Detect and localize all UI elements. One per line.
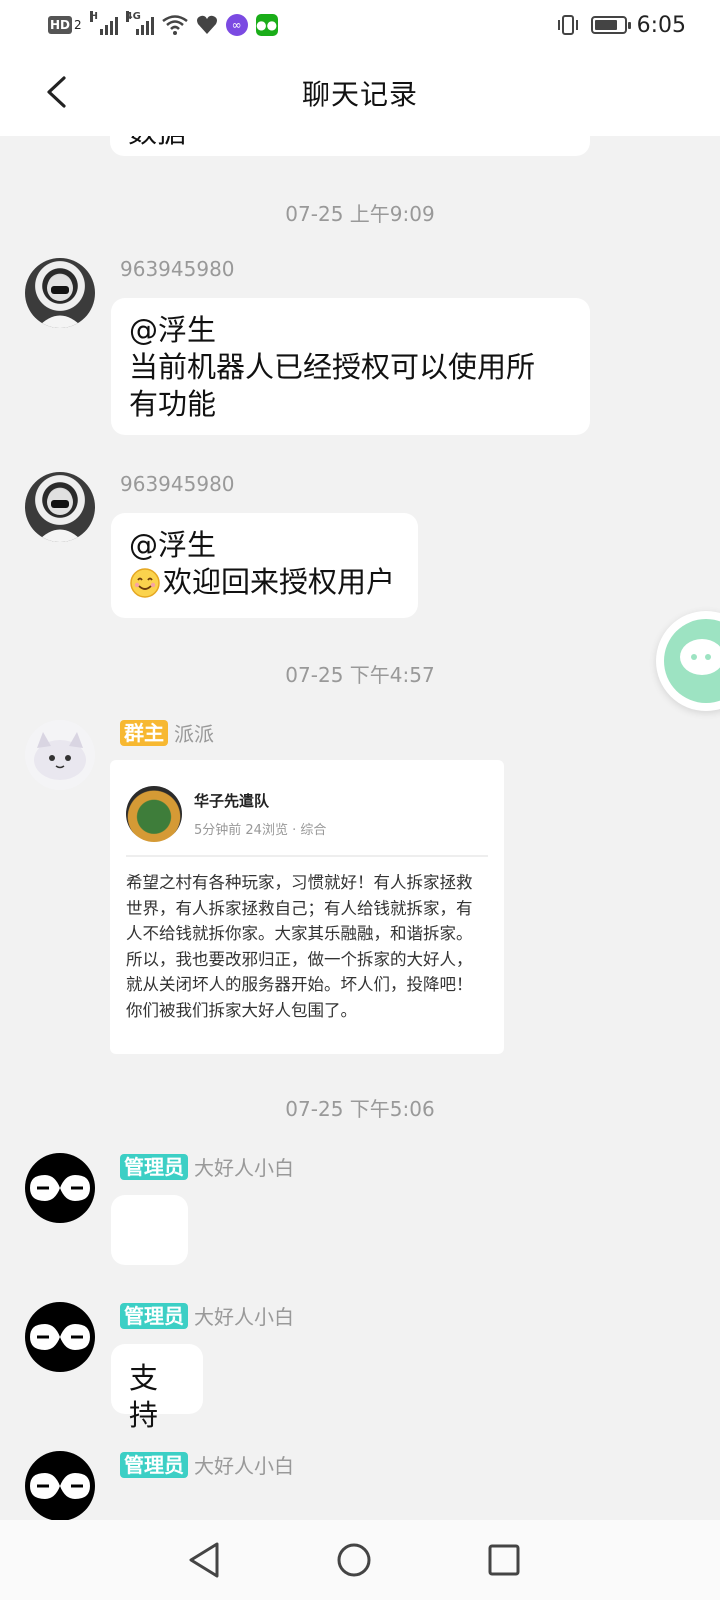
cartoon-cat-avatar-icon — [34, 732, 86, 780]
post-author-name: 华子先遣队 — [194, 792, 270, 810]
message-bubble-partial[interactable]: 数据 — [110, 136, 590, 156]
shared-post-card[interactable]: 华子先遣队 5分钟前 24浏览 · 综合 希望之村有各种玩家，习惯就好！有人拆家… — [110, 760, 504, 1054]
wechat-icon: ●● — [255, 14, 278, 36]
sender-name: 大好人小白 — [194, 1156, 294, 1180]
shared-post-header: 华子先遣队 5分钟前 24浏览 · 综合 — [126, 786, 326, 842]
admin-badge: 管理员 — [120, 1153, 188, 1180]
avatar[interactable] — [25, 1451, 95, 1520]
triangle-back-icon — [189, 1542, 219, 1578]
sender-name-line: 963945980 — [120, 257, 235, 281]
message-line: @浮生 — [129, 313, 217, 347]
sender-name-line: 管理员 大好人小白 — [120, 1301, 294, 1330]
sender-name: 派派 — [174, 722, 214, 746]
system-home-button[interactable] — [332, 1538, 376, 1582]
circle-home-icon — [337, 1543, 371, 1577]
wifi-icon — [161, 15, 188, 35]
health-heart-icon — [196, 15, 217, 35]
message-bubble-empty[interactable] — [111, 1195, 188, 1265]
post-author-avatar — [126, 786, 182, 842]
post-body: 希望之村有各种玩家，习惯就好！有人拆家拯救世界，有人拆家拯救自己；有人给钱就拆家… — [126, 873, 473, 1020]
user-photo-icon — [37, 489, 83, 542]
divider — [126, 855, 488, 857]
sender-name: 963945980 — [120, 472, 235, 496]
chat-history-list[interactable]: 数据 07-25 上午9:09 963945980 @浮生 当前机器人已经授权可… — [0, 136, 720, 1520]
status-right-icons: 6:05 — [555, 13, 686, 38]
square-recents-icon — [488, 1544, 520, 1576]
message-bubble[interactable]: @浮生 欢迎回来授权用户 — [111, 513, 418, 618]
system-navigation-bar — [0, 1520, 720, 1600]
timestamp: 07-25 下午4:57 — [285, 663, 435, 687]
message-line-with-emoji: 欢迎回来授权用户 — [129, 564, 400, 601]
sender-name: 963945980 — [120, 257, 235, 281]
signal-4g-icon: 4G — [125, 11, 154, 35]
sender-name: 大好人小白 — [194, 1305, 294, 1329]
message-bubble[interactable]: @浮生 当前机器人已经授权可以使用所 有功能 — [111, 298, 590, 435]
status-bar: HD 2 H 4G ∞ ●● 6:05 — [0, 0, 720, 50]
app-notification-icon: ∞ — [225, 14, 248, 36]
sender-name-line: 管理员 大好人小白 — [120, 1152, 294, 1181]
message-bubble[interactable]: 支持 — [111, 1344, 203, 1432]
hd-icon: HD — [48, 16, 72, 34]
owner-badge: 群主 — [120, 719, 168, 746]
status-left-icons: HD 2 H 4G ∞ ●● — [48, 11, 278, 36]
avatar[interactable] — [25, 720, 95, 790]
sender-name: 大好人小白 — [194, 1454, 294, 1478]
avatar[interactable] — [25, 472, 95, 542]
smile-emoji — [130, 567, 160, 598]
infinity-face-avatar-icon — [30, 1324, 90, 1350]
admin-badge: 管理员 — [120, 1451, 188, 1478]
sender-name-line: 群主 派派 — [120, 718, 214, 747]
vibrate-icon — [557, 15, 578, 35]
avatar[interactable] — [25, 258, 95, 328]
header-bar: 聊天记录 — [0, 50, 720, 136]
infinity-face-avatar-icon — [30, 1175, 90, 1201]
timestamp: 07-25 上午9:09 — [285, 202, 435, 226]
back-button[interactable] — [36, 72, 76, 112]
battery-icon — [590, 16, 631, 34]
signal-h-label: H — [89, 11, 99, 22]
signal-h-icon: H — [89, 11, 118, 35]
avatar[interactable] — [25, 1153, 95, 1223]
message-line: @浮生 — [129, 528, 217, 562]
post-meta: 5分钟前 24浏览 · 综合 — [194, 823, 327, 838]
infinity-face-avatar-icon — [30, 1473, 90, 1499]
network-type-label: 4G — [125, 11, 141, 22]
sender-name-line: 963945980 — [120, 472, 235, 496]
avatar[interactable] — [25, 1302, 95, 1372]
user-photo-icon — [37, 275, 83, 328]
message-text: 支持 — [129, 1361, 159, 1432]
message-line: 当前机器人已经授权可以使用所 — [129, 350, 536, 384]
timestamp: 07-25 下午5:06 — [285, 1097, 435, 1121]
page-title: 聊天记录 — [301, 78, 418, 111]
message-text: 数据 — [128, 136, 186, 149]
admin-badge: 管理员 — [120, 1302, 188, 1329]
hd-label: HD — [49, 18, 70, 32]
system-back-button[interactable] — [182, 1538, 226, 1582]
message-line: 欢迎回来授权用户 — [163, 565, 396, 599]
system-recents-button[interactable] — [482, 1538, 526, 1582]
chevron-left-icon — [47, 76, 66, 108]
sender-name-line: 管理员 大好人小白 — [120, 1450, 294, 1479]
message-line: 有功能 — [129, 387, 217, 421]
status-time: 6:05 — [636, 12, 686, 38]
hd-sub-label: 2 — [74, 18, 82, 32]
